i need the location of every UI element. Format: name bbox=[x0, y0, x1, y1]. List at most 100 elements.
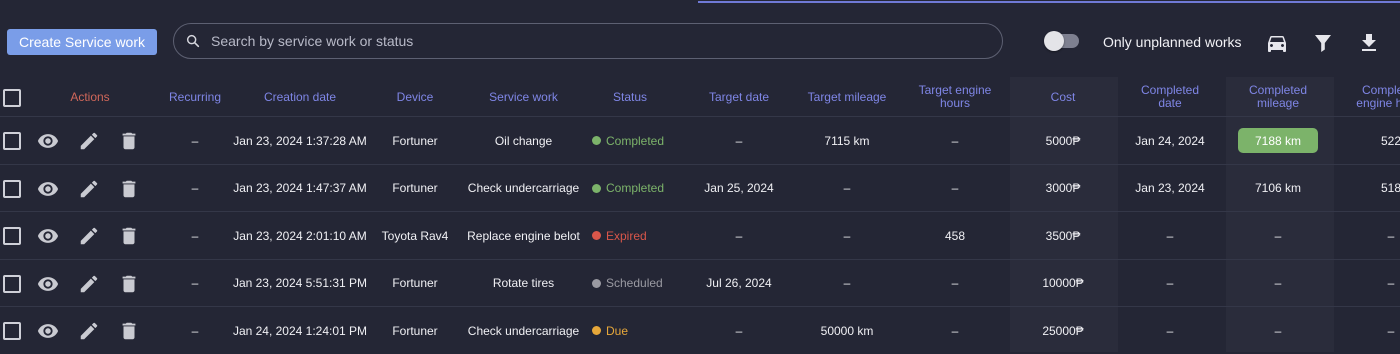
completed-mileage-badge: 7188 km bbox=[1238, 128, 1318, 153]
view-icon[interactable] bbox=[37, 273, 59, 295]
edit-icon[interactable] bbox=[78, 320, 100, 342]
cell-target-date: Jul 26, 2024 bbox=[706, 276, 772, 290]
delete-icon[interactable] bbox=[118, 130, 140, 152]
cell-completed-date: – bbox=[1166, 276, 1174, 290]
status-badge: Due bbox=[592, 307, 628, 354]
col-device[interactable]: Device bbox=[375, 77, 455, 117]
cell-device: Fortuner bbox=[392, 323, 438, 338]
cell-target-engine-hours: – bbox=[951, 276, 959, 290]
status-dot bbox=[592, 278, 601, 288]
cell-target-engine-hours: – bbox=[951, 323, 959, 338]
status-dot bbox=[592, 326, 601, 335]
edit-icon[interactable] bbox=[78, 225, 100, 247]
row-checkbox[interactable] bbox=[3, 274, 21, 293]
status-dot bbox=[592, 183, 601, 193]
search-icon bbox=[186, 34, 200, 48]
col-cost[interactable]: Cost bbox=[1023, 77, 1103, 117]
table-row[interactable]: – Jan 23, 2024 1:47:37 AM Fortuner Check un… bbox=[0, 163, 1400, 212]
col-completed-engine-hours[interactable]: Completed engine hours bbox=[1352, 77, 1400, 117]
table-row[interactable]: – Jan 24, 2024 1:24:01 PM Fortuner Check un… bbox=[0, 306, 1400, 354]
cell-target-mileage: 50000 km bbox=[820, 323, 874, 338]
delete-icon[interactable] bbox=[118, 320, 140, 342]
cell-target-mileage: – bbox=[843, 276, 851, 290]
cell-cost: 3000₱ bbox=[1045, 181, 1081, 195]
col-creation-date[interactable]: Creation date bbox=[230, 77, 370, 117]
row-checkbox[interactable] bbox=[3, 179, 21, 198]
car-icon[interactable] bbox=[1265, 31, 1289, 55]
view-icon[interactable] bbox=[37, 225, 59, 247]
cell-target-date: Jan 25, 2024 bbox=[704, 181, 774, 195]
cell-target-engine-hours: 458 bbox=[944, 228, 966, 243]
cell-cost: 5000₱ bbox=[1045, 133, 1081, 148]
view-icon[interactable] bbox=[37, 178, 59, 200]
col-service-work[interactable]: Service work bbox=[465, 77, 582, 117]
cell-recurring: – bbox=[191, 323, 199, 338]
row-checkbox[interactable] bbox=[3, 322, 21, 340]
cell-recurring: – bbox=[191, 276, 199, 290]
cell-completed-mileage: 7106 km bbox=[1254, 181, 1302, 195]
cell-service-work: Check undercarriage bbox=[467, 323, 580, 338]
col-target-mileage[interactable]: Target mileage bbox=[800, 77, 894, 117]
download-icon[interactable] bbox=[1357, 31, 1381, 55]
cell-completed-date: – bbox=[1166, 323, 1174, 338]
cell-target-engine-hours: – bbox=[951, 133, 959, 148]
cell-completed-date: – bbox=[1166, 228, 1174, 243]
cell-device: Fortuner bbox=[392, 181, 438, 195]
cell-service-work: Replace engine belot bbox=[467, 228, 580, 243]
col-completed-date[interactable]: Completed date bbox=[1130, 77, 1210, 117]
status-badge: Completed bbox=[592, 165, 664, 212]
cell-cost: 10000₱ bbox=[1042, 276, 1084, 290]
table-row[interactable]: – Jan 23, 2024 1:37:28 AM Fortuner Oil chan… bbox=[0, 116, 1400, 164]
edit-icon[interactable] bbox=[78, 178, 100, 200]
table-row[interactable]: – Jan 23, 2024 2:01:10 AM Toyota Rav4 Repla… bbox=[0, 211, 1400, 259]
edit-icon[interactable] bbox=[78, 130, 100, 152]
delete-icon[interactable] bbox=[118, 225, 140, 247]
unplanned-toggle[interactable] bbox=[1044, 31, 1079, 51]
filter-icon[interactable] bbox=[1311, 31, 1335, 55]
cell-completed-date: Jan 23, 2024 bbox=[1135, 181, 1205, 195]
cell-completed-engine-hours: – bbox=[1387, 228, 1395, 243]
row-checkbox[interactable] bbox=[3, 227, 21, 245]
cell-device: Fortuner bbox=[392, 276, 438, 290]
cell-creation-date: Jan 24, 2024 1:24:01 PM bbox=[232, 323, 368, 338]
status-dot bbox=[592, 136, 601, 145]
col-completed-mileage[interactable]: Completed mileage bbox=[1238, 77, 1318, 117]
cell-recurring: – bbox=[191, 228, 199, 243]
edit-icon[interactable] bbox=[78, 273, 100, 295]
search-box[interactable]: Search by service work or status bbox=[173, 23, 1003, 59]
col-status[interactable]: Status bbox=[590, 77, 670, 117]
cell-completed-mileage: – bbox=[1274, 276, 1282, 290]
col-target-date[interactable]: Target date bbox=[690, 77, 788, 117]
cell-device: Toyota Rav4 bbox=[381, 228, 449, 243]
cell-target-date: – bbox=[735, 323, 743, 338]
cell-completed-date: Jan 24, 2024 bbox=[1135, 133, 1205, 148]
view-icon[interactable] bbox=[37, 130, 59, 152]
status-label: Due bbox=[606, 323, 629, 338]
col-target-engine-hours[interactable]: Target engine hours bbox=[910, 77, 1000, 117]
col-actions: Actions bbox=[70, 89, 110, 104]
table-row[interactable]: – Jan 23, 2024 5:51:31 PM Fortuner Rotate t… bbox=[0, 258, 1400, 307]
status-dot bbox=[592, 231, 601, 240]
status-badge: Completed bbox=[592, 117, 664, 164]
view-icon[interactable] bbox=[37, 320, 59, 342]
cell-creation-date: Jan 23, 2024 1:37:28 AM bbox=[233, 133, 367, 148]
delete-icon[interactable] bbox=[118, 178, 140, 200]
cell-completed-engine-hours: 518 bbox=[1380, 181, 1400, 195]
toggle-knob[interactable] bbox=[1044, 31, 1064, 51]
row-checkbox[interactable] bbox=[3, 132, 21, 150]
cell-completed-engine-hours: – bbox=[1387, 276, 1395, 290]
cell-creation-date: Jan 23, 2024 2:01:10 AM bbox=[233, 228, 367, 243]
cell-service-work: Rotate tires bbox=[492, 276, 555, 290]
cell-service-work: Check undercarriage bbox=[467, 181, 580, 195]
status-label: Completed bbox=[606, 133, 665, 148]
cell-target-engine-hours: – bbox=[951, 181, 959, 195]
cell-completed-mileage: 7188 km bbox=[1238, 117, 1318, 164]
cell-completed-mileage: – bbox=[1274, 228, 1282, 243]
select-all-checkbox[interactable] bbox=[3, 89, 21, 107]
cell-service-work: Oil change bbox=[494, 133, 553, 148]
delete-icon[interactable] bbox=[118, 273, 140, 295]
create-service-work-button[interactable]: Create Service work bbox=[7, 29, 157, 55]
search-input[interactable]: Search by service work or status bbox=[211, 33, 413, 49]
col-recurring[interactable]: Recurring bbox=[155, 77, 235, 117]
cell-recurring: – bbox=[191, 181, 199, 195]
